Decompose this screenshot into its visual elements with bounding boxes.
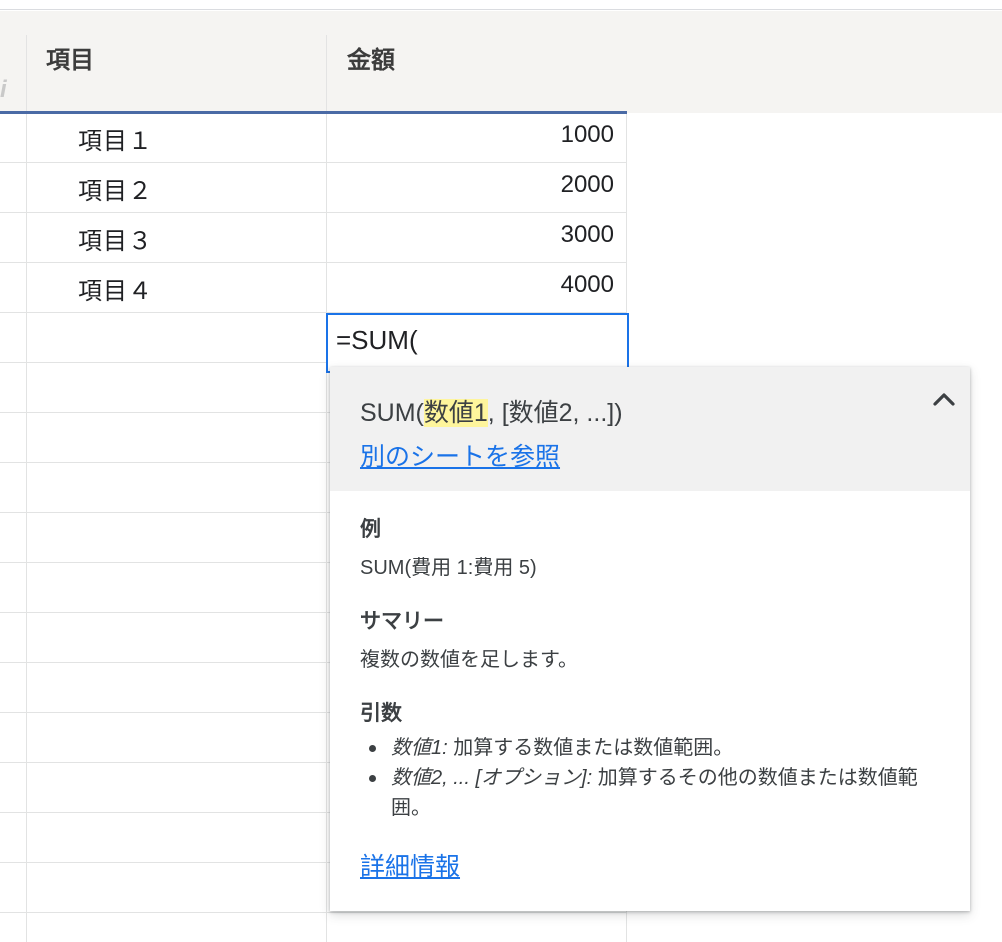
chevron-up-icon bbox=[933, 393, 955, 406]
grid-column-line bbox=[26, 114, 27, 942]
reference-other-sheet-link[interactable]: 別のシートを参照 bbox=[360, 437, 560, 473]
learn-more-link[interactable]: 詳細情報 bbox=[360, 847, 460, 883]
cell-amount-1[interactable]: 1000 bbox=[561, 121, 614, 149]
grid-row-line bbox=[0, 912, 627, 913]
signature-suffix: , [数値2, ...]) bbox=[487, 399, 623, 427]
function-signature: SUM(数値1, [数値2, ...]) bbox=[360, 393, 623, 429]
example-title: 例 bbox=[360, 518, 381, 541]
cell-amount-3[interactable]: 3000 bbox=[561, 221, 614, 249]
formula-text: =SUM( bbox=[336, 325, 418, 355]
formula-cell-editor[interactable]: =SUM( bbox=[326, 313, 629, 373]
grid-row-line bbox=[0, 162, 627, 163]
column-header-row bbox=[0, 11, 1002, 113]
arguments-title: 引数 bbox=[360, 702, 402, 725]
argument-name: 数値2, ... [オプション]: bbox=[391, 767, 593, 789]
argument-desc: 加算する数値または数値範囲。 bbox=[447, 737, 734, 759]
formula-help-popup: SUM(数値1, [数値2, ...]) 別のシートを参照 例 SUM(費用 1… bbox=[330, 367, 970, 911]
collapse-button[interactable] bbox=[926, 381, 962, 417]
argument-item: 数値1: 加算する数値または数値範囲。 bbox=[360, 733, 950, 763]
toolbar-edge bbox=[0, 0, 1002, 10]
signature-prefix: SUM( bbox=[360, 399, 424, 427]
column-header-amount[interactable]: 金額 bbox=[347, 40, 395, 75]
header-divider bbox=[26, 35, 27, 113]
argument-name: 数値1: bbox=[391, 737, 448, 759]
column-header-prev[interactable]: i bbox=[0, 76, 7, 104]
signature-active-arg: 数値1 bbox=[423, 399, 488, 427]
cell-item-4[interactable]: 項目４ bbox=[78, 271, 153, 306]
cell-item-1[interactable]: 項目１ bbox=[78, 121, 153, 156]
argument-item: 数値2, ... [オプション]: 加算するその他の数値または数値範囲。 bbox=[360, 763, 950, 823]
cell-item-3[interactable]: 項目３ bbox=[78, 221, 153, 256]
cell-amount-2[interactable]: 2000 bbox=[561, 171, 614, 199]
cell-amount-4[interactable]: 4000 bbox=[561, 271, 614, 299]
example-text: SUM(費用 1:費用 5) bbox=[360, 557, 537, 579]
grid-row-line bbox=[0, 212, 627, 213]
formula-help-header: SUM(数値1, [数値2, ...]) 別のシートを参照 bbox=[330, 367, 970, 491]
header-divider bbox=[326, 35, 327, 113]
grid-row-line bbox=[0, 262, 627, 263]
summary-text: 複数の数値を足します。 bbox=[360, 649, 578, 671]
grid-column-line bbox=[326, 114, 327, 942]
header-frozen-rule bbox=[0, 111, 627, 114]
column-header-item[interactable]: 項目 bbox=[46, 40, 94, 75]
arguments-list: 数値1: 加算する数値または数値範囲。 数値2, ... [オプション]: 加算… bbox=[360, 733, 950, 823]
cell-item-2[interactable]: 項目２ bbox=[78, 171, 153, 206]
summary-title: サマリー bbox=[360, 610, 444, 633]
